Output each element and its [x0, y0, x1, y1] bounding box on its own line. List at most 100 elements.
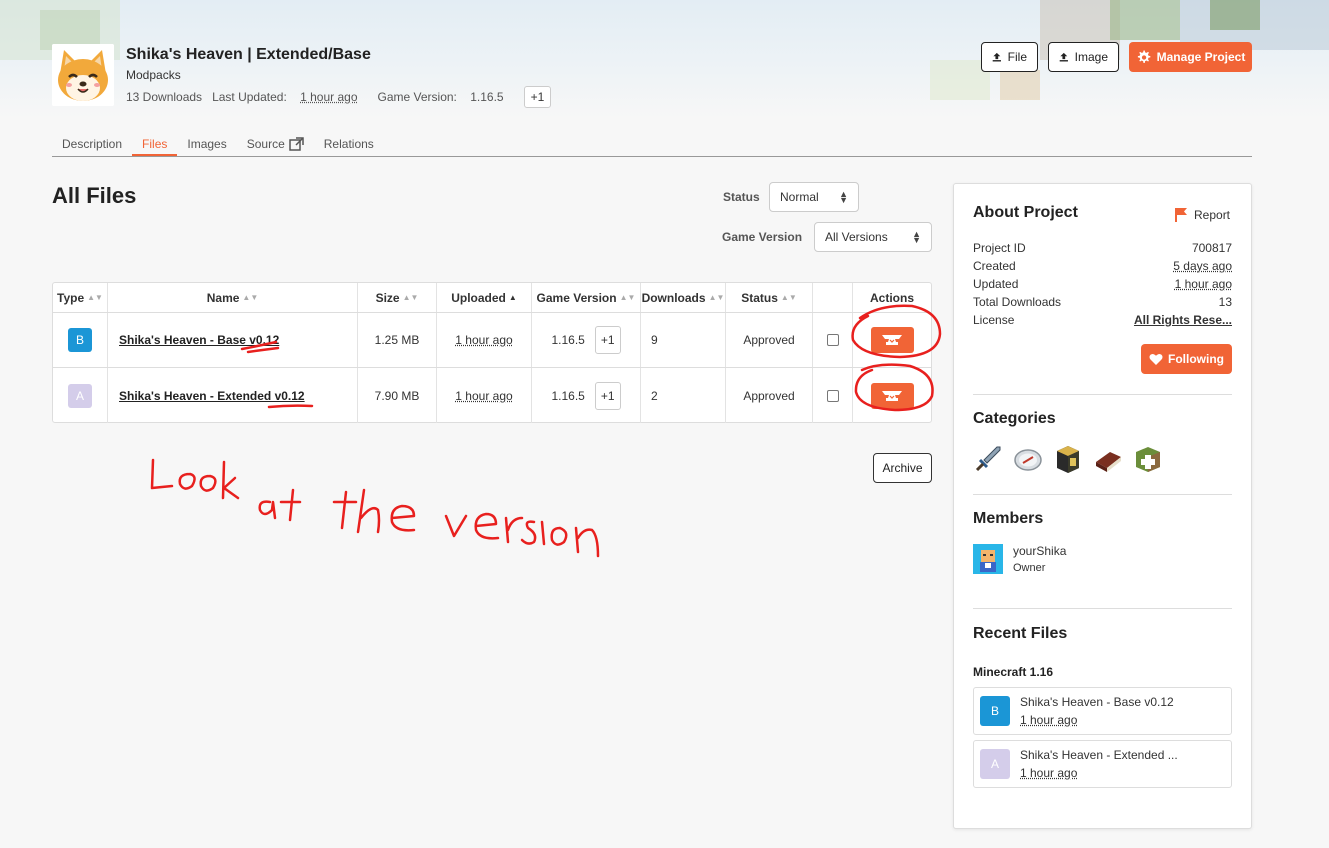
col-uploaded[interactable]: Uploaded ▲	[437, 283, 532, 312]
recent-file-item[interactable]: A Shika's Heaven - Extended ... 1 hour a…	[973, 740, 1232, 788]
page-title: All Files	[52, 183, 137, 208]
extra-versions-badge[interactable]: +1	[594, 381, 621, 410]
row-checkbox[interactable]	[826, 334, 839, 346]
member-avatar	[973, 544, 1003, 574]
following-button[interactable]: Following	[1141, 344, 1232, 374]
game-version: Game Version: 1.16.5	[377, 90, 504, 104]
col-type[interactable]: Type ▲▼	[53, 283, 108, 312]
category-icons	[973, 444, 1163, 474]
status-filter-label: Status	[723, 190, 760, 204]
upload-file-button[interactable]: File	[981, 42, 1038, 72]
file-size: 1.25 MB	[358, 313, 437, 367]
file-downloads: 9	[641, 313, 726, 367]
heart-icon	[1149, 353, 1163, 365]
select-arrows-icon: ▲ ▼	[912, 229, 921, 245]
file-name-link[interactable]: Shika's Heaven - Base v0.12	[119, 333, 279, 347]
recent-file-name: Shika's Heaven - Base v0.12	[1020, 695, 1174, 709]
file-game-version: 1.16.5	[551, 333, 585, 347]
plus-block-icon[interactable]	[1133, 444, 1163, 474]
tab-description[interactable]: Description	[52, 134, 132, 156]
upload-icon	[1059, 52, 1068, 62]
col-size[interactable]: Size ▲▼	[358, 283, 437, 312]
report-link[interactable]: Report	[1174, 207, 1230, 223]
file-status: Approved	[726, 368, 813, 423]
sort-icon: ▲▼	[780, 293, 797, 302]
sort-icon: ▲▼	[402, 293, 419, 302]
recent-file-name: Shika's Heaven - Extended ...	[1020, 748, 1178, 762]
file-status: Approved	[726, 313, 813, 367]
sort-icon: ▲▼	[87, 293, 103, 302]
col-status[interactable]: Status ▲▼	[726, 283, 813, 312]
recent-file-time: 1 hour ago	[1020, 713, 1078, 727]
sort-icon: ▲▼	[708, 293, 725, 302]
member-role: Owner	[1013, 562, 1046, 574]
curseforge-action-button[interactable]	[870, 382, 914, 409]
col-downloads[interactable]: Downloads ▲▼	[641, 283, 726, 312]
anvil-icon	[882, 335, 902, 345]
download-count: 13 Downloads	[126, 90, 203, 104]
uploaded-time: 1 hour ago	[455, 333, 513, 347]
type-badge: A	[980, 749, 1010, 779]
divider	[973, 494, 1232, 495]
curseforge-action-button[interactable]	[870, 327, 914, 353]
member-name[interactable]: yourShika	[1013, 544, 1066, 558]
anvil-icon	[882, 390, 902, 401]
upload-icon	[992, 52, 1001, 62]
total-downloads-row: Total Downloads 13	[973, 295, 1232, 309]
uploaded-time: 1 hour ago	[455, 388, 513, 403]
divider	[973, 608, 1232, 609]
project-avatar	[52, 44, 114, 106]
upload-image-button[interactable]: Image	[1048, 42, 1119, 72]
tab-relations[interactable]: Relations	[314, 134, 384, 156]
tab-source[interactable]: Source	[237, 134, 314, 156]
recent-files-heading: Recent Files	[973, 625, 1068, 642]
manage-project-button[interactable]: Manage Project	[1129, 42, 1252, 72]
compass-icon[interactable]	[1013, 444, 1043, 474]
license-link[interactable]: All Rights Rese...	[1134, 313, 1232, 327]
created-row: Created 5 days ago	[973, 259, 1232, 273]
sword-icon[interactable]	[973, 444, 1003, 474]
type-badge: A	[68, 383, 92, 408]
type-badge: B	[68, 328, 92, 352]
flag-icon	[1175, 208, 1187, 222]
tab-files[interactable]: Files	[132, 134, 178, 156]
file-size: 7.90 MB	[358, 368, 437, 423]
gear-icon	[1137, 49, 1150, 63]
categories-heading: Categories	[973, 410, 1056, 427]
sort-icon: ▲▼	[242, 293, 259, 302]
about-heading: About Project	[973, 204, 1078, 221]
col-name[interactable]: Name ▲▼	[108, 283, 358, 312]
book-icon[interactable]	[1093, 444, 1123, 474]
table-row: A Shika's Heaven - Extended v0.12 7.90 M…	[53, 368, 931, 423]
files-table: Type ▲▼ Name ▲▼ Size ▲▼ Uploaded ▲ Game Vers…	[52, 282, 932, 423]
extra-versions-badge[interactable]: +1	[523, 86, 552, 108]
col-game-version[interactable]: Game Version ▲▼	[532, 283, 641, 312]
updated-row: Updated 1 hour ago	[973, 277, 1232, 291]
col-actions: Actions	[869, 290, 914, 305]
block-icon[interactable]	[1053, 444, 1083, 474]
row-checkbox[interactable]	[826, 389, 839, 402]
about-project-sidebar: About Project Report Project ID 700817 Cr…	[953, 183, 1252, 829]
recent-file-time: 1 hour ago	[1020, 766, 1078, 780]
member-item[interactable]: yourShika Owner	[973, 544, 1066, 574]
last-updated: Last Updated: 1 hour ago	[212, 90, 358, 104]
status-select[interactable]: Normal ▲ ▼	[769, 182, 859, 212]
table-row: B Shika's Heaven - Base v0.12 1.25 MB 1 …	[53, 313, 931, 368]
external-link-icon	[289, 137, 304, 151]
table-header: Type ▲▼ Name ▲▼ Size ▲▼ Uploaded ▲ Game Vers…	[53, 283, 931, 313]
sort-asc-icon: ▲	[508, 293, 517, 302]
tab-images[interactable]: Images	[177, 134, 236, 156]
file-name-link[interactable]: Shika's Heaven - Extended v0.12	[119, 389, 305, 403]
project-category[interactable]: Modpacks	[126, 68, 181, 82]
project-title: Shika's Heaven | Extended/Base	[126, 46, 371, 63]
project-id-row: Project ID 700817	[973, 241, 1232, 255]
divider	[973, 394, 1232, 395]
extra-versions-badge[interactable]: +1	[594, 326, 621, 354]
recent-file-item[interactable]: B Shika's Heaven - Base v0.12 1 hour ago	[973, 687, 1232, 735]
file-downloads: 2	[641, 368, 726, 423]
game-version-filter-label: Game Version	[722, 230, 803, 244]
select-arrows-icon: ▲ ▼	[839, 189, 848, 205]
recent-files-group: Minecraft 1.16	[973, 665, 1054, 679]
archive-button[interactable]: Archive	[873, 453, 932, 483]
game-version-select[interactable]: All Versions ▲ ▼	[814, 222, 932, 252]
